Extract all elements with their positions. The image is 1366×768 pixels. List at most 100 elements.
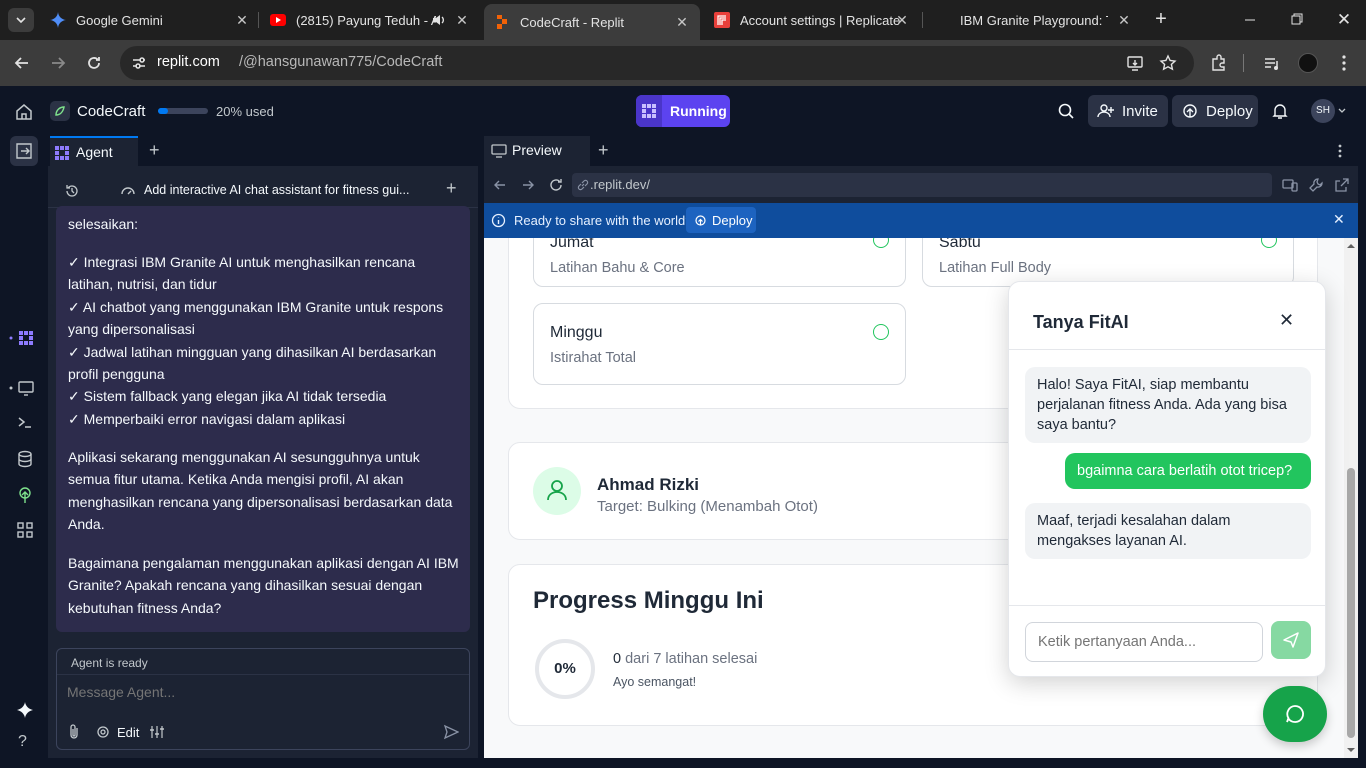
wrench-icon[interactable] <box>1308 177 1324 193</box>
user-avatar[interactable]: SH <box>1311 99 1335 123</box>
forward-icon[interactable] <box>520 177 536 193</box>
invite-button[interactable]: Invite <box>1088 95 1168 127</box>
tab-search-button[interactable] <box>8 8 34 32</box>
browser-menu-icon[interactable] <box>1336 53 1352 73</box>
install-app-icon[interactable] <box>1126 54 1144 72</box>
day-card[interactable]: Jumat Latihan Bahu & Core <box>533 238 906 287</box>
close-window-button[interactable]: ✕ <box>1334 10 1354 30</box>
deploy-banner: Ready to share with the world? Deploy ✕ <box>484 203 1358 238</box>
files-toggle-button[interactable] <box>10 136 38 166</box>
more-options-icon[interactable] <box>1334 143 1346 159</box>
database-icon[interactable] <box>16 450 34 468</box>
bell-icon[interactable] <box>1271 102 1289 120</box>
site-settings-icon[interactable] <box>130 54 148 72</box>
close-icon[interactable]: ✕ <box>234 12 250 28</box>
day-status-circle[interactable] <box>1261 238 1277 248</box>
project-name[interactable]: CodeCraft <box>77 103 145 120</box>
devices-icon[interactable] <box>1282 177 1298 193</box>
help-icon[interactable]: ? <box>18 733 27 751</box>
chat-input[interactable] <box>1025 622 1263 662</box>
bookmark-star-icon[interactable] <box>1159 54 1177 72</box>
close-icon[interactable]: ✕ <box>1333 211 1345 228</box>
pane-divider[interactable] <box>481 136 483 758</box>
replit-icon <box>497 15 507 29</box>
close-icon[interactable]: ✕ <box>894 12 910 28</box>
scrollbar-thumb[interactable] <box>1347 468 1355 738</box>
sliders-icon[interactable] <box>149 724 165 740</box>
address-bar[interactable]: replit.com /@hansgunawan775/CodeCraft <box>120 46 1194 80</box>
preview-url: .replit.dev/ <box>590 177 650 192</box>
add-tab-icon[interactable]: + <box>149 140 160 161</box>
day-name: Jumat <box>550 238 594 251</box>
checklist-item: ✓ Jadwal latihan mingguan yang dihasilka… <box>68 343 437 383</box>
new-tab-button[interactable]: + <box>1150 8 1172 30</box>
preview-url-bar[interactable]: .replit.dev/ <box>572 173 1272 197</box>
close-icon[interactable]: ✕ <box>674 14 690 30</box>
extensions-icon[interactable] <box>1209 53 1229 73</box>
preview-tool-icon[interactable] <box>9 378 39 398</box>
attach-icon[interactable] <box>67 724 81 740</box>
minimize-button[interactable] <box>1240 12 1260 28</box>
banner-deploy-button[interactable]: Deploy <box>686 207 756 233</box>
page-scrollbar[interactable] <box>1344 238 1358 758</box>
send-icon[interactable] <box>443 724 459 740</box>
reload-icon[interactable] <box>548 177 564 193</box>
agent-tool-icon[interactable] <box>9 328 39 348</box>
all-tools-icon[interactable] <box>16 521 34 539</box>
run-status-button[interactable]: Running <box>636 95 730 127</box>
home-icon[interactable] <box>14 102 34 122</box>
open-external-icon[interactable] <box>1334 177 1350 193</box>
new-thread-icon[interactable]: + <box>446 178 457 199</box>
day-card[interactable]: Minggu Istirahat Total <box>533 303 906 385</box>
close-icon[interactable]: ✕ <box>454 12 470 28</box>
day-name: Sabtu <box>939 238 981 251</box>
add-user-icon <box>1097 104 1114 118</box>
progress-note: Ayo semangat! <box>613 675 697 689</box>
search-icon[interactable] <box>1057 102 1075 120</box>
browser-tab-youtube[interactable]: (2815) Payung Teduh - A ✕ <box>270 6 470 34</box>
profile-target: Target: Bulking (Menambah Otot) <box>597 498 818 515</box>
restore-button[interactable] <box>1286 12 1306 28</box>
tab-title: CodeCraft - Replit <box>520 14 625 30</box>
browser-tab-gemini[interactable]: Google Gemini ✕ <box>50 6 250 34</box>
deployments-icon[interactable] <box>16 486 34 504</box>
browser-tab-replit[interactable]: CodeCraft - Replit ✕ <box>484 4 700 40</box>
browser-tab-ibm[interactable]: IBM Granite Playground: Try ✕ <box>934 6 1132 34</box>
deploy-button[interactable]: Deploy <box>1172 95 1258 127</box>
scroll-up-icon[interactable] <box>1347 242 1355 250</box>
tab-agent-label: Agent <box>76 144 113 160</box>
usage-label: 20% used <box>216 104 274 119</box>
chat-send-button[interactable] <box>1271 621 1311 659</box>
day-card[interactable]: Sabtu Latihan Full Body <box>922 238 1294 287</box>
tab-preview[interactable]: Preview <box>484 136 590 166</box>
close-icon[interactable]: ✕ <box>1116 12 1132 28</box>
usage-bar <box>158 108 208 114</box>
thread-title[interactable]: Add interactive AI chat assistant for fi… <box>144 183 409 197</box>
day-status-circle[interactable] <box>873 238 889 248</box>
forward-icon[interactable] <box>49 54 67 72</box>
message-agent-input[interactable] <box>67 681 457 703</box>
media-control-icon[interactable] <box>1262 53 1282 73</box>
agent-logo-icon <box>636 95 662 127</box>
day-status-circle[interactable] <box>873 324 889 340</box>
scroll-down-icon[interactable] <box>1347 746 1355 754</box>
profile-name: Ahmad Rizki <box>597 475 700 494</box>
ibm-icon <box>934 12 950 28</box>
close-chat-button[interactable]: ✕ <box>1279 310 1294 331</box>
back-icon[interactable] <box>492 177 508 193</box>
history-icon[interactable] <box>64 183 80 199</box>
back-icon[interactable] <box>13 54 31 72</box>
replit-header: CodeCraft 20% used Running Invite Deploy… <box>0 86 1366 136</box>
console-icon[interactable] <box>17 414 33 430</box>
browser-tab-replicate[interactable]: Account settings | Replicate ✕ <box>714 6 910 34</box>
chat-bubble-icon <box>1286 705 1304 723</box>
sparkle-icon[interactable] <box>16 701 34 719</box>
tab-agent[interactable]: Agent <box>50 136 138 166</box>
chevron-down-icon[interactable] <box>1337 106 1347 116</box>
add-tab-icon[interactable]: + <box>598 140 609 161</box>
profile-avatar[interactable] <box>1298 53 1318 73</box>
chat-fab-button[interactable] <box>1263 686 1327 742</box>
edit-mode-button[interactable]: Edit <box>95 723 139 741</box>
reload-icon[interactable] <box>85 54 103 72</box>
speaker-icon[interactable] <box>432 13 446 27</box>
